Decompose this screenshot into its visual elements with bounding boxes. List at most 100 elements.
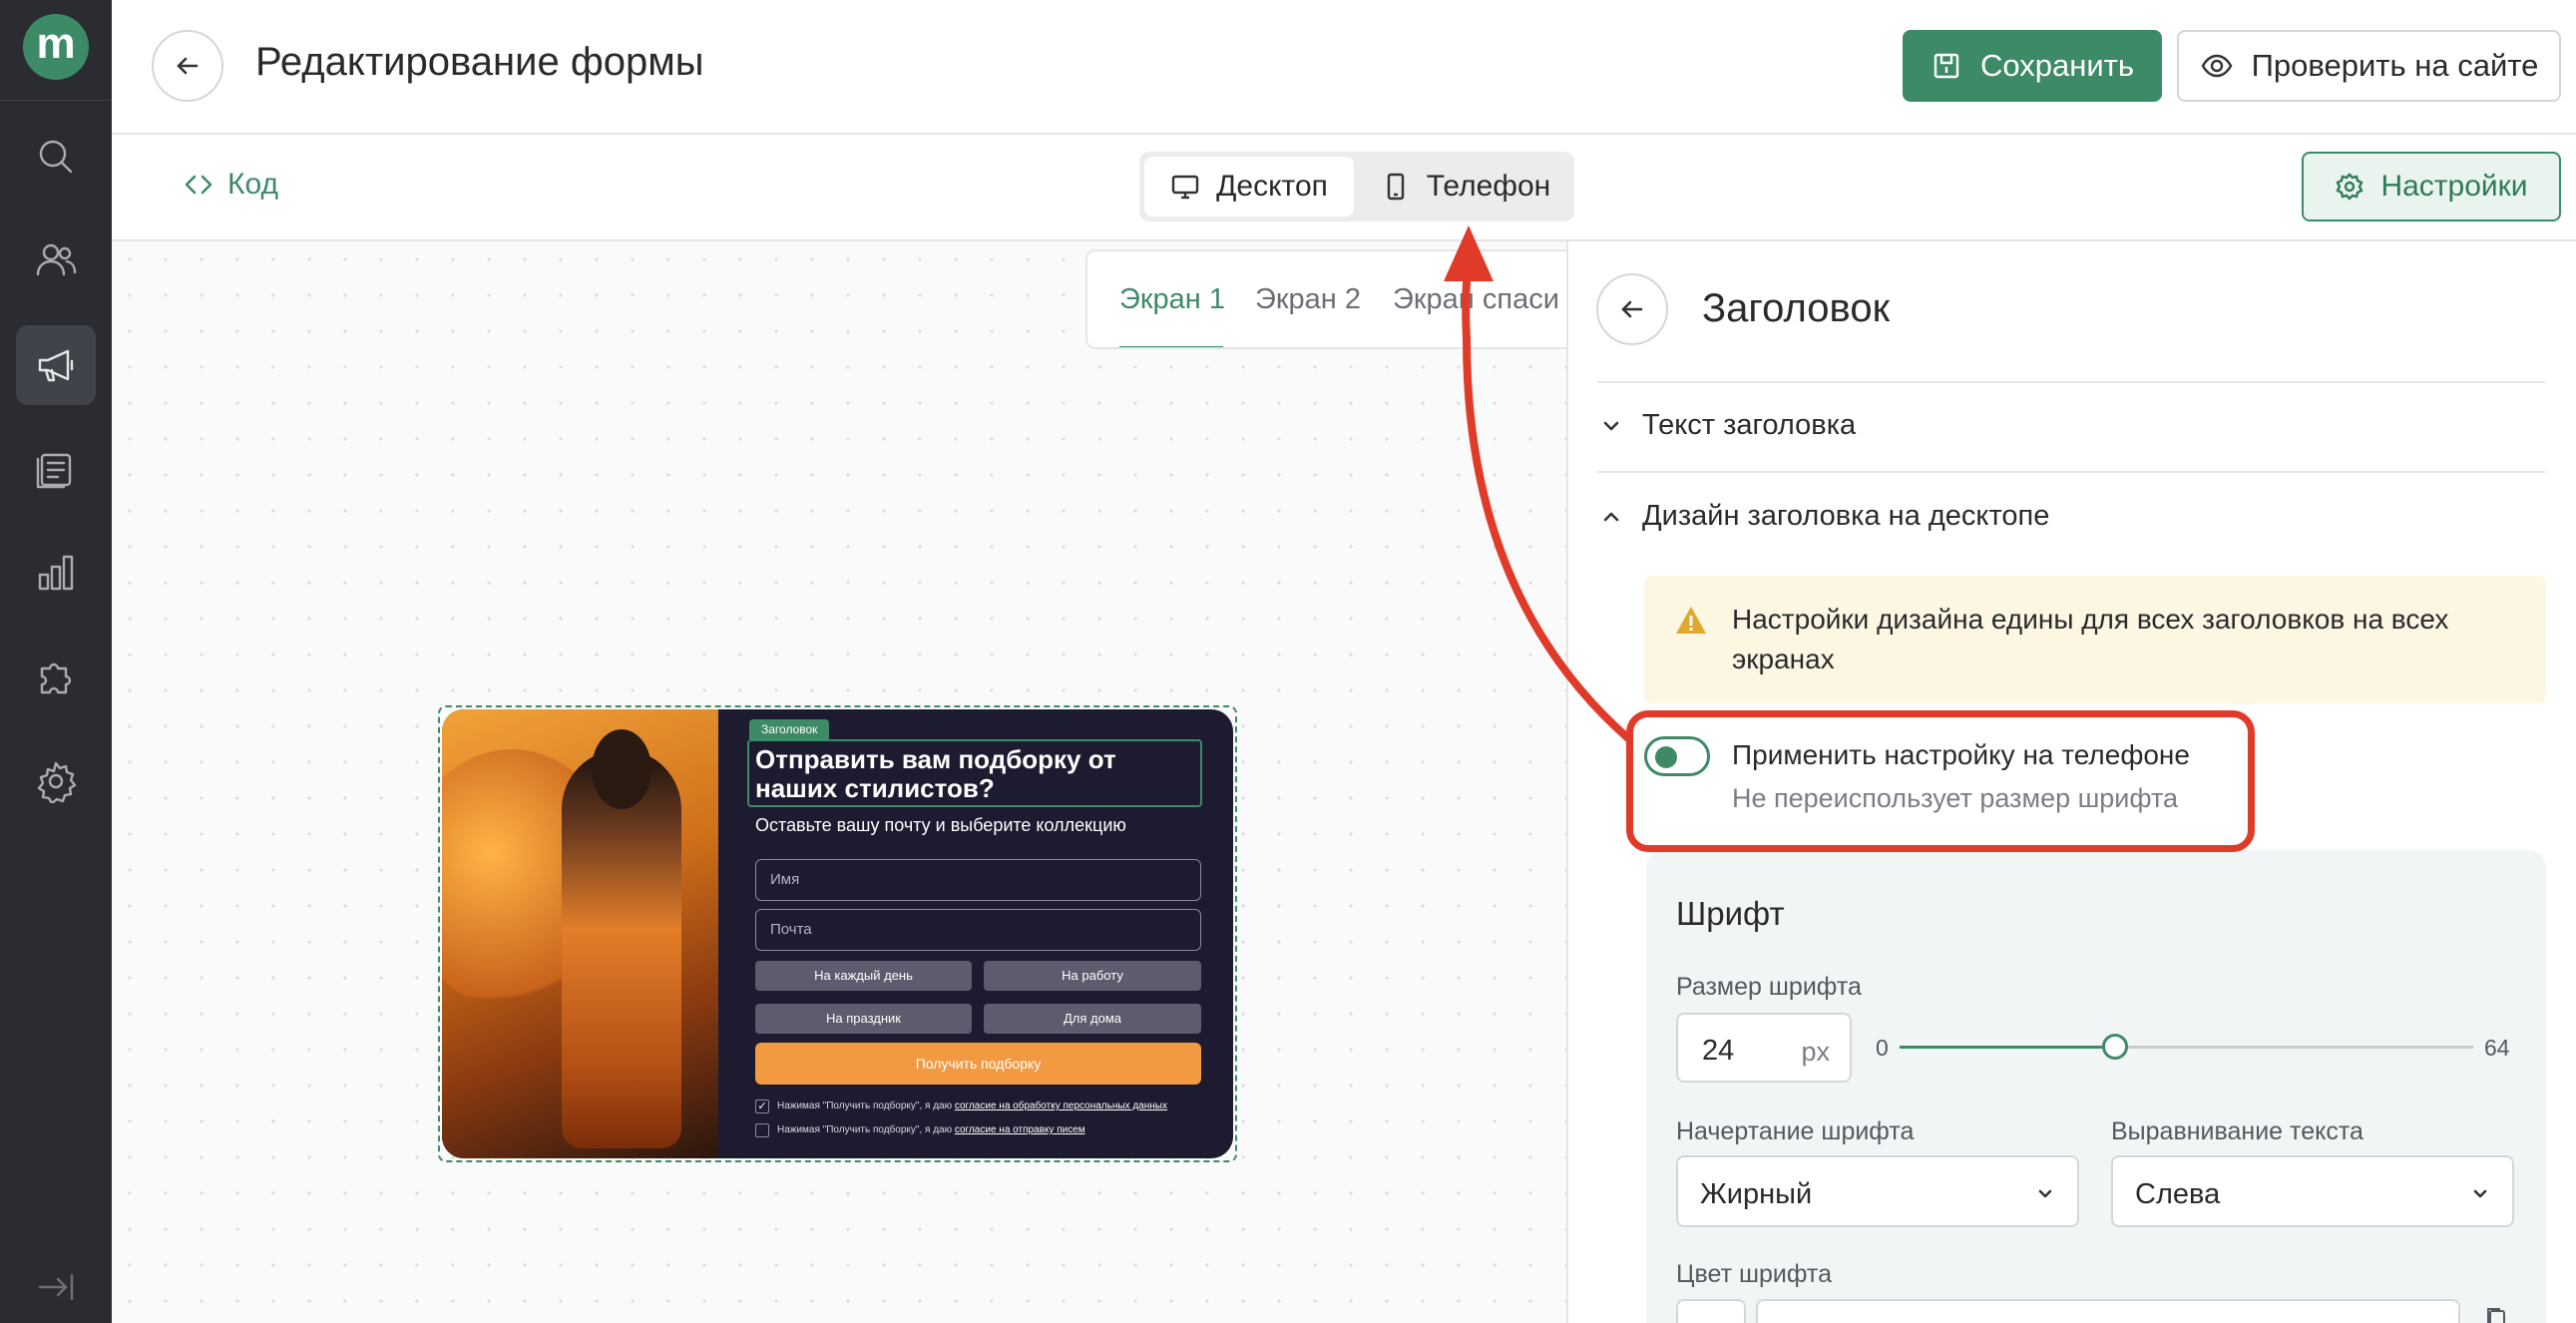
sidebar-item-search[interactable] (16, 117, 96, 197)
photo-head (592, 729, 651, 809)
accordion-title-design-label: Дизайн заголовка на десктопе (1642, 500, 2050, 532)
preview-subtitle[interactable]: Оставьте вашу почту и выберите коллекцию (755, 815, 1126, 836)
collapse-icon (38, 1273, 74, 1301)
text-align-label: Выравнивание текста (2111, 1117, 2363, 1145)
search-icon (39, 140, 73, 174)
preview-chip[interactable]: На работу (984, 961, 1201, 991)
chevron-down-icon (2473, 1189, 2487, 1198)
consent-link[interactable]: согласие на обработку персональных данны… (955, 1101, 1167, 1111)
slider-handle[interactable] (2101, 1034, 2128, 1060)
arrow-left-icon (1621, 300, 1643, 318)
arrow-left-icon (177, 57, 199, 75)
settings-button[interactable]: Настройки (2302, 152, 2561, 221)
sidebar-item-campaigns[interactable] (16, 325, 96, 405)
sidebar-item-forms[interactable] (16, 429, 96, 509)
accordion-title-text[interactable]: Текст заголовка (1600, 409, 1856, 442)
preview-consent-checkbox[interactable] (755, 1123, 769, 1137)
save-button-label: Сохранить (1979, 48, 2135, 83)
chevron-down-icon (1603, 421, 1619, 430)
app-logo[interactable]: m (23, 14, 89, 80)
code-brackets-icon (185, 175, 213, 195)
preview-name-input[interactable]: Имя (755, 859, 1201, 901)
screen-tabs: Экран 1 Экран 2 Экран спаси (1085, 249, 1604, 349)
font-section-heading: Шрифт (1676, 895, 1785, 932)
slider-min-label: 0 (1876, 1035, 1889, 1061)
panel-back-button[interactable] (1596, 273, 1668, 345)
device-switcher: Десктоп Телефон (1139, 152, 1574, 221)
tab-screen-1[interactable]: Экран 1 (1119, 283, 1225, 316)
font-size-value: 24 (1702, 1035, 1735, 1067)
chevron-up-icon (1603, 512, 1619, 521)
design-warning: Настройки дизайна едины для всех заголов… (1644, 576, 2546, 703)
preview-consent-checkbox[interactable]: ✓ (755, 1100, 769, 1113)
preview-consent-text: Нажимая "Получить подборку", я даю согла… (777, 1101, 1167, 1111)
font-size-slider[interactable] (1900, 1034, 2473, 1060)
phone-icon (1387, 173, 1404, 201)
warning-text: Настройки дизайна едины для всех заголов… (1732, 604, 2449, 674)
text-align-value: Слева (2135, 1178, 2221, 1210)
monitor-icon (1171, 175, 1199, 200)
annotation-highlight-box (1626, 710, 2255, 852)
sidebar: m (0, 0, 112, 1323)
preview-submit-button[interactable]: Получить подборку (755, 1043, 1201, 1085)
slider-fill (1900, 1046, 2115, 1049)
photo-model (562, 749, 681, 1148)
accordion-title-design[interactable]: Дизайн заголовка на десктопе (1600, 500, 2049, 533)
users-icon (36, 243, 77, 276)
font-style-select[interactable]: Жирный (1676, 1155, 2079, 1227)
text-align-select[interactable]: Слева (2111, 1155, 2514, 1227)
save-icon (1933, 53, 1959, 79)
font-style-value: Жирный (1700, 1178, 1813, 1210)
preview-photo (442, 709, 718, 1158)
code-link[interactable]: Код (184, 168, 278, 202)
sidebar-divider (0, 100, 112, 101)
preview-consent-text: Нажимая "Получить подборку", я даю согла… (777, 1124, 1085, 1135)
panel-divider (1597, 381, 2545, 383)
check-on-site-button[interactable]: Проверить на сайте (2177, 30, 2561, 102)
sidebar-item-settings[interactable] (16, 741, 96, 821)
device-desktop-option[interactable]: Десктоп (1144, 157, 1354, 217)
consent-prefix: Нажимая "Получить подборку", я даю (777, 1124, 955, 1135)
sidebar-item-contacts[interactable] (16, 220, 96, 300)
sidebar-item-analytics[interactable] (16, 533, 96, 613)
preview-chip[interactable]: На каждый день (755, 961, 972, 991)
gear-icon (2336, 173, 2364, 201)
tab-screen-2[interactable]: Экран 2 (1255, 283, 1361, 316)
code-link-label: Код (227, 168, 279, 201)
font-size-input[interactable]: 24 px (1676, 1013, 1852, 1083)
font-color-swatch[interactable] (1676, 1299, 1746, 1323)
check-on-site-label: Проверить на сайте (2251, 48, 2539, 83)
tab-screen-thanks[interactable]: Экран спаси (1393, 283, 1559, 316)
megaphone-icon (38, 349, 74, 382)
copy-icon[interactable] (2484, 1305, 2508, 1323)
forms-icon (36, 453, 72, 489)
preview-chip[interactable]: Для дома (984, 1004, 1201, 1034)
header-divider (112, 133, 2576, 135)
preview-title[interactable]: Отправить вам подборку от наших стилисто… (755, 745, 1194, 803)
panel-title: Заголовок (1702, 286, 1891, 330)
device-desktop-label: Десктоп (1216, 170, 1328, 203)
consent-prefix: Нажимая "Получить подборку", я даю (777, 1101, 955, 1111)
accordion-title-text-label: Текст заголовка (1642, 409, 1857, 441)
preview-chip[interactable]: На праздник (755, 1004, 972, 1034)
sidebar-item-integrations[interactable] (16, 637, 96, 716)
analytics-icon (38, 555, 74, 591)
consent-link[interactable]: согласие на отправку писем (955, 1124, 1085, 1135)
form-preview[interactable]: Заголовок Отправить вам подборку от наши… (442, 709, 1233, 1158)
warning-icon (1676, 607, 1706, 634)
font-color-label: Цвет шрифта (1676, 1260, 1832, 1288)
font-size-unit: px (1801, 1037, 1830, 1067)
chevron-down-icon (2038, 1189, 2052, 1198)
save-button[interactable]: Сохранить (1903, 30, 2162, 102)
back-button[interactable] (152, 30, 223, 102)
sidebar-collapse[interactable] (16, 1247, 96, 1323)
integrations-icon (40, 662, 72, 694)
preview-email-input[interactable]: Почта (755, 909, 1201, 951)
font-style-label: Начертание шрифта (1676, 1117, 1915, 1145)
active-tab-indicator (1119, 346, 1223, 347)
settings-gear-icon (37, 761, 77, 803)
eye-icon (2201, 54, 2232, 78)
device-phone-option[interactable]: Телефон (1361, 157, 1570, 217)
font-color-input[interactable] (1756, 1299, 2460, 1323)
settings-button-label: Настройки (2380, 170, 2528, 203)
